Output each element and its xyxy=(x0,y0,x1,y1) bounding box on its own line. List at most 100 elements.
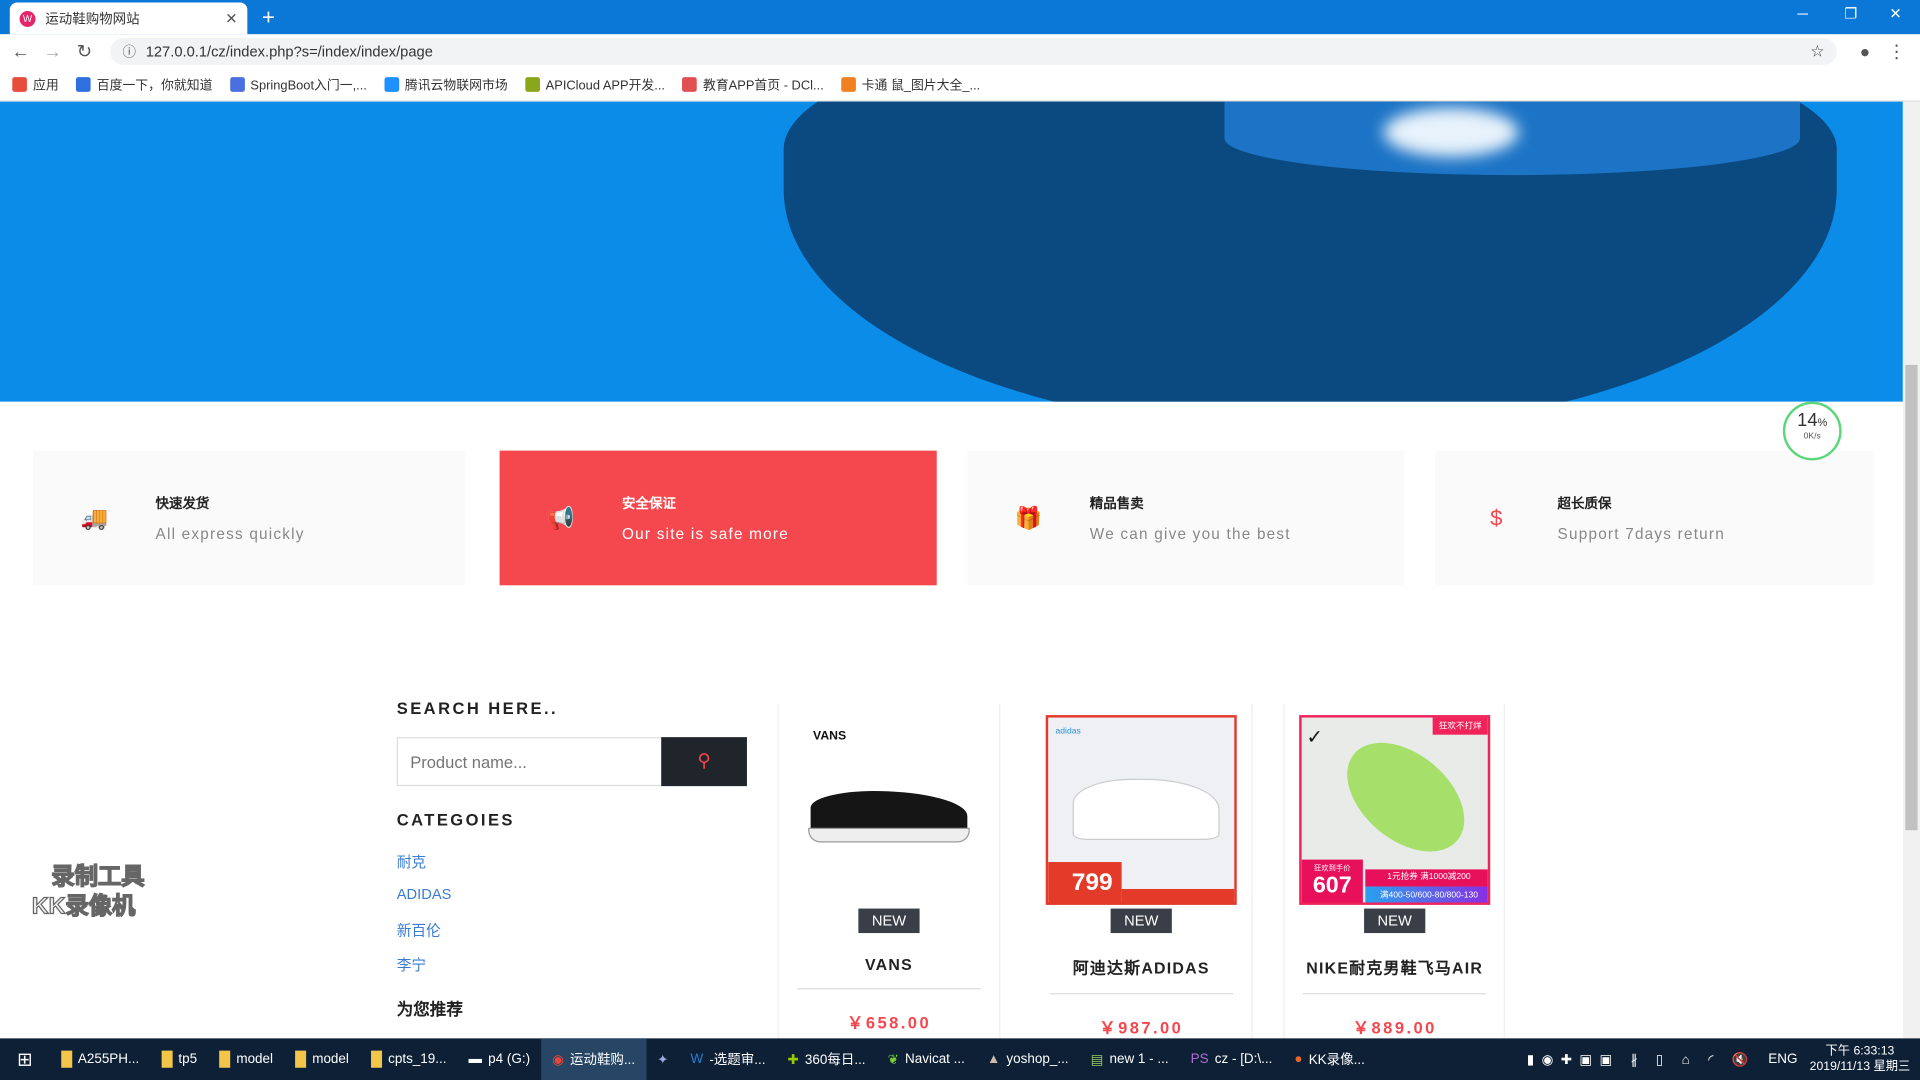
new-tab-button[interactable]: + xyxy=(262,5,275,31)
recommend-heading: 为您推荐 xyxy=(396,1000,463,1019)
folder-icon xyxy=(161,1050,173,1068)
taskbar-item[interactable]: ✚ 360每日... xyxy=(776,1038,876,1080)
product-price: ￥658.00 xyxy=(846,1013,932,1033)
clock-time: 下午 6:33:13 xyxy=(1825,1044,1895,1058)
taskbar-item[interactable]: model xyxy=(208,1038,284,1080)
taskbar-item[interactable]: model xyxy=(284,1038,360,1080)
close-tab-icon[interactable]: ✕ xyxy=(225,10,237,27)
product-card[interactable]: VANS NEW VANS ￥658.00 xyxy=(793,715,984,1033)
recorder-watermark: 录制工具 KK录像机 xyxy=(31,863,145,922)
taskbar-item[interactable]: ❦ Navicat ... xyxy=(877,1038,976,1080)
bookmark-label: 应用 xyxy=(33,77,59,93)
feature-title: 快速发货 xyxy=(155,497,210,512)
url-field[interactable]: ⓘ 127.0.0.1/cz/index.php?s=/index/index/p… xyxy=(110,37,1837,65)
network-speed-widget[interactable]: 14% 0K/s xyxy=(1782,401,1842,461)
taskbar-item[interactable]: W -选题审... xyxy=(679,1038,776,1080)
feature-title: 超长质保 xyxy=(1557,497,1612,512)
brand-logo: VANS xyxy=(813,729,847,744)
taskbar-item[interactable]: A255PH... xyxy=(50,1038,151,1080)
product-name[interactable]: NIKE耐克男鞋飞马AIR xyxy=(1299,955,1490,978)
address-bar-row: ← → ↻ ⓘ 127.0.0.1/cz/index.php?s=/index/i… xyxy=(0,34,1920,69)
category-link[interactable]: 新百伦 xyxy=(397,920,441,941)
taskbar-item[interactable]: cpts_19... xyxy=(360,1038,458,1080)
url-text: 127.0.0.1/cz/index.php?s=/index/index/pa… xyxy=(145,42,433,61)
minimize-button[interactable]: ─ xyxy=(1798,5,1808,22)
promo-box: 狂欢到手价 607 xyxy=(1301,859,1363,903)
menu-icon[interactable]: ⋮ xyxy=(1881,40,1913,63)
taskbar-item[interactable]: ✦ xyxy=(646,1038,679,1080)
scrollbar-thumb[interactable] xyxy=(1905,364,1918,831)
category-link[interactable]: 耐克 xyxy=(397,851,426,872)
star-icon[interactable]: ☆ xyxy=(1810,42,1824,62)
separator xyxy=(1049,993,1234,995)
taskbar-item[interactable]: tp5 xyxy=(150,1038,208,1080)
taskbar-item[interactable]: ▬ p4 (G:) xyxy=(458,1038,542,1080)
promo-line: 满400-50/600-80/800-130 xyxy=(1365,886,1488,903)
taskbar-label: -选题审... xyxy=(709,1053,766,1068)
clock[interactable]: 下午 6:33:13 2019/11/13 星期三 xyxy=(1810,1043,1911,1075)
kk-recorder-icon: ● xyxy=(1294,1051,1303,1067)
hero-banner[interactable] xyxy=(0,101,1903,402)
tray-icons[interactable]: ▮◉✚▣▣ ∦ ▯ ⌂ ◜ 🔇 xyxy=(1527,1051,1756,1067)
bookmark-label: 腾讯云物联网市场 xyxy=(404,77,508,93)
product-name[interactable]: 阿迪达斯ADIDAS xyxy=(1046,955,1237,978)
categories-heading: CATEGOIES xyxy=(396,810,515,829)
bookmark[interactable]: 卡通 鼠_图片大全_... xyxy=(840,75,980,93)
taskbar-label: model xyxy=(312,1051,349,1067)
search-input[interactable] xyxy=(396,737,663,787)
feature-subtitle: Our site is safe more xyxy=(622,525,789,543)
close-window-button[interactable]: ✕ xyxy=(1889,5,1901,22)
taskbar-item[interactable]: ▤ new 1 - ... xyxy=(1080,1038,1180,1080)
taskbar-item[interactable]: PS cz - [D:\... xyxy=(1180,1038,1284,1080)
forward-icon[interactable]: → xyxy=(37,41,69,62)
divider xyxy=(777,704,779,1039)
divider xyxy=(1251,704,1253,1039)
system-tray: ▮◉✚▣▣ ∦ ▯ ⌂ ◜ 🔇 ENG 下午 6:33:13 2019/11/13… xyxy=(1527,1043,1920,1075)
site-favicon-icon: W xyxy=(19,10,36,27)
product-image[interactable]: ✓ 狂欢不打烊 狂欢到手价 607 1元抢券 满1000减200 满400-50/… xyxy=(1299,715,1491,905)
language-indicator[interactable]: ENG xyxy=(1768,1052,1797,1067)
category-link[interactable]: 李宁 xyxy=(397,954,426,975)
folder-icon xyxy=(219,1050,231,1068)
windows-start-icon[interactable]: ⊞ xyxy=(0,1038,50,1080)
bookmark[interactable]: 教育APP首页 - DCl... xyxy=(682,75,824,93)
product-image[interactable]: adidas 799 xyxy=(1045,715,1237,905)
folder-icon xyxy=(60,1050,72,1068)
divider xyxy=(1503,704,1505,1039)
navicat-icon: ❦ xyxy=(887,1052,899,1068)
search-button[interactable]: ⚲ xyxy=(661,737,747,787)
promo-price: 799 xyxy=(1048,862,1122,903)
taskbar-item[interactable]: ▲ yoshop_... xyxy=(976,1038,1080,1080)
product-name[interactable]: VANS xyxy=(793,955,984,973)
bookmark[interactable]: APICloud APP开发... xyxy=(524,75,665,93)
dcloud-icon xyxy=(682,76,697,92)
separator xyxy=(1302,993,1487,995)
browser-tab[interactable]: W 运动鞋购物网站 ✕ xyxy=(9,2,248,35)
info-icon: ⓘ xyxy=(122,45,136,61)
taskbar-item[interactable]: ● KK录像... xyxy=(1283,1038,1375,1080)
product-image[interactable]: VANS xyxy=(793,715,984,905)
bookmark[interactable]: 应用 xyxy=(12,75,59,93)
back-icon[interactable]: ← xyxy=(5,41,37,62)
taskbar-item[interactable]: ◉ 运动鞋购... xyxy=(541,1038,647,1080)
notepad-icon: ▤ xyxy=(1090,1052,1104,1068)
profile-icon[interactable]: ● xyxy=(1849,42,1881,62)
product-card[interactable]: adidas 799 NEW 阿迪达斯ADIDAS ￥987.00 xyxy=(1045,715,1237,1038)
divider xyxy=(1283,704,1285,1039)
promo-bar xyxy=(1121,888,1235,903)
category-link[interactable]: ADIDAS xyxy=(397,885,452,902)
bookmark[interactable]: 腾讯云物联网市场 xyxy=(384,75,508,93)
phpstorm-icon: PS xyxy=(1190,1051,1209,1067)
promo-label: 狂欢到手价 xyxy=(1313,865,1351,874)
restore-button[interactable]: ❐ xyxy=(1844,5,1857,22)
product-card[interactable]: ✓ 狂欢不打烊 狂欢到手价 607 1元抢券 满1000减200 满400-50/… xyxy=(1299,715,1491,1038)
feature-subtitle: We can give you the best xyxy=(1089,525,1291,543)
bookmark[interactable]: SpringBoot入门一,... xyxy=(229,75,367,93)
bookmark[interactable]: 百度一下，你就知道 xyxy=(75,75,212,93)
word-icon: W xyxy=(690,1051,704,1067)
reload-icon[interactable]: ↻ xyxy=(69,40,101,63)
taskbar-label: 360每日... xyxy=(804,1053,866,1068)
shoe-highlight xyxy=(1383,107,1519,157)
taskbar-label: cz - [D:\... xyxy=(1214,1051,1273,1067)
shoe-image xyxy=(1326,721,1485,874)
